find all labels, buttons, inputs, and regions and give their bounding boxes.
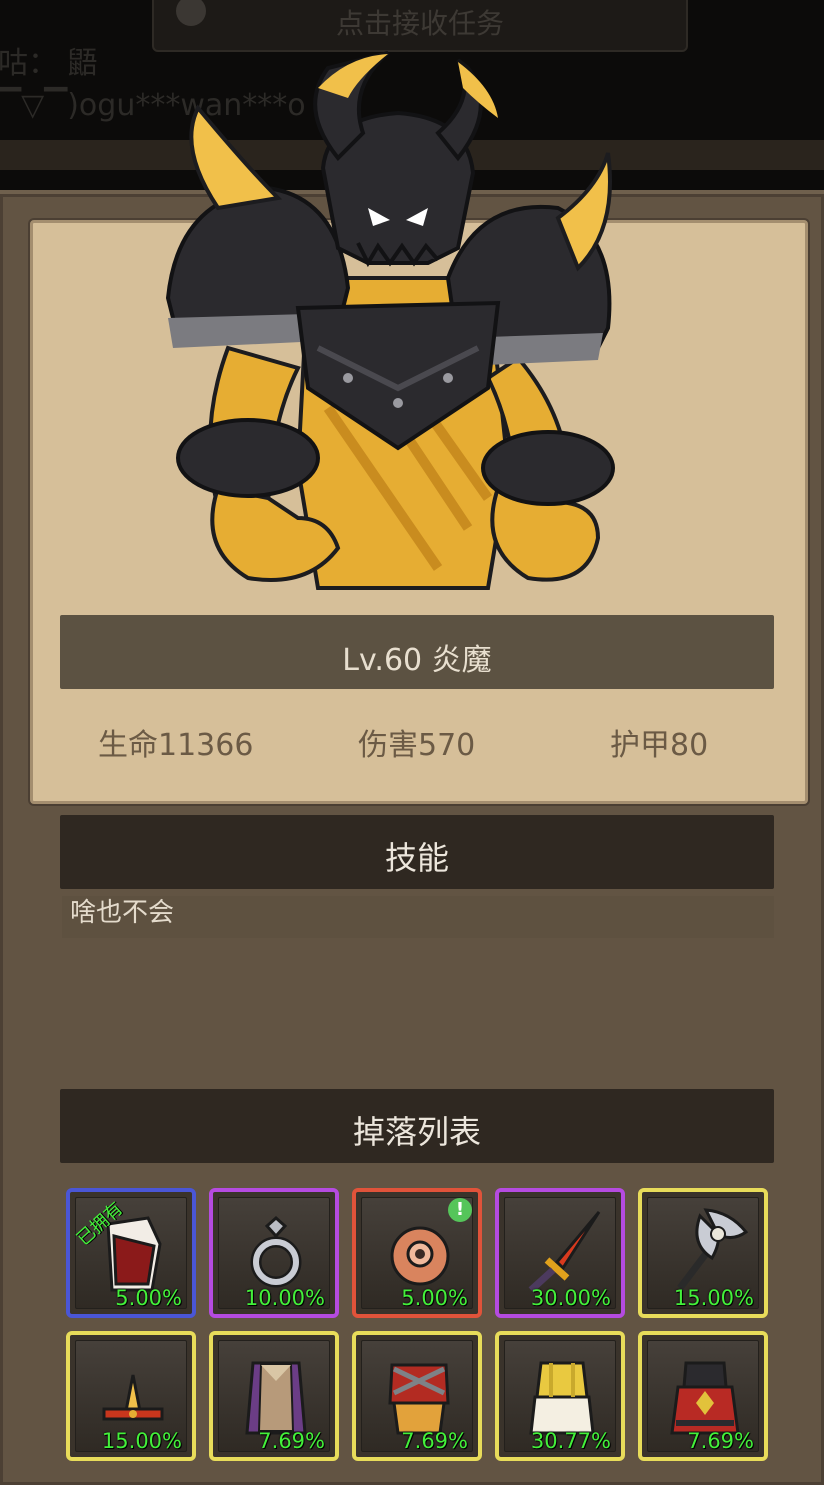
drop-rate: 30.00% <box>530 1286 611 1310</box>
drops-header: 掉落列表 <box>60 1089 774 1163</box>
drop-item-slot[interactable]: 7.69% <box>352 1331 482 1461</box>
drop-item-slot[interactable]: 30.77% <box>495 1331 625 1461</box>
drop-item-slot[interactable]: 15.00% <box>66 1331 196 1461</box>
flame-sword-icon <box>528 1211 601 1293</box>
drops-title: 掉落列表 <box>352 1113 481 1151</box>
horned-crown-icon <box>102 1374 164 1421</box>
skills-title: 技能 <box>384 839 449 877</box>
drop-rate: 30.77% <box>530 1429 611 1453</box>
drop-item-slot[interactable]: 10.00% <box>209 1188 339 1318</box>
drop-rate: 7.69% <box>401 1429 468 1453</box>
drop-item-slot[interactable]: 7.69% <box>638 1331 768 1461</box>
skills-header: 技能 <box>60 815 774 889</box>
drop-rate: 7.69% <box>258 1429 325 1453</box>
drop-rate: 7.69% <box>687 1429 754 1453</box>
drop-item-slot[interactable]: 7.69% <box>209 1331 339 1461</box>
drop-rate: 15.00% <box>673 1286 754 1310</box>
skull-axe-icon <box>677 1208 749 1291</box>
monster-name-bar: Lv.60 炎魔 <box>60 615 774 689</box>
drop-item-slot[interactable]: ! 5.00% <box>352 1188 482 1318</box>
drop-rate: 10.00% <box>244 1286 325 1310</box>
drop-rate: 5.00% <box>115 1286 182 1310</box>
red-cuirass-icon <box>388 1363 450 1435</box>
chat-line: 咕： 鼯 <box>0 46 98 81</box>
hp-stat: 生命11366 <box>98 728 254 763</box>
drop-rate: 5.00% <box>401 1286 468 1310</box>
purple-cloak-icon <box>245 1361 307 1435</box>
crimson-robe-icon <box>670 1361 740 1435</box>
drop-item-slot[interactable]: 已拥有 5.00% <box>66 1188 196 1318</box>
alert-icon: ! <box>448 1198 472 1222</box>
drop-rate: 15.00% <box>101 1429 182 1453</box>
skills-description: 啥也不会 <box>62 896 774 938</box>
task-button-label: 点击接收任务 <box>335 7 504 40</box>
accept-task-button[interactable]: 点击接收任务 <box>152 0 688 52</box>
monster-name: Lv.60 炎魔 <box>342 643 492 678</box>
silver-ring-icon <box>250 1215 302 1288</box>
damage-stat: 伤害570 <box>358 728 476 763</box>
fire-demon-portrait <box>165 51 615 590</box>
drop-item-slot[interactable]: 30.00% <box>495 1188 625 1318</box>
drop-item-slot[interactable]: 15.00% <box>638 1188 768 1318</box>
white-robe-icon <box>529 1361 595 1435</box>
armor-stat: 护甲80 <box>610 728 709 763</box>
